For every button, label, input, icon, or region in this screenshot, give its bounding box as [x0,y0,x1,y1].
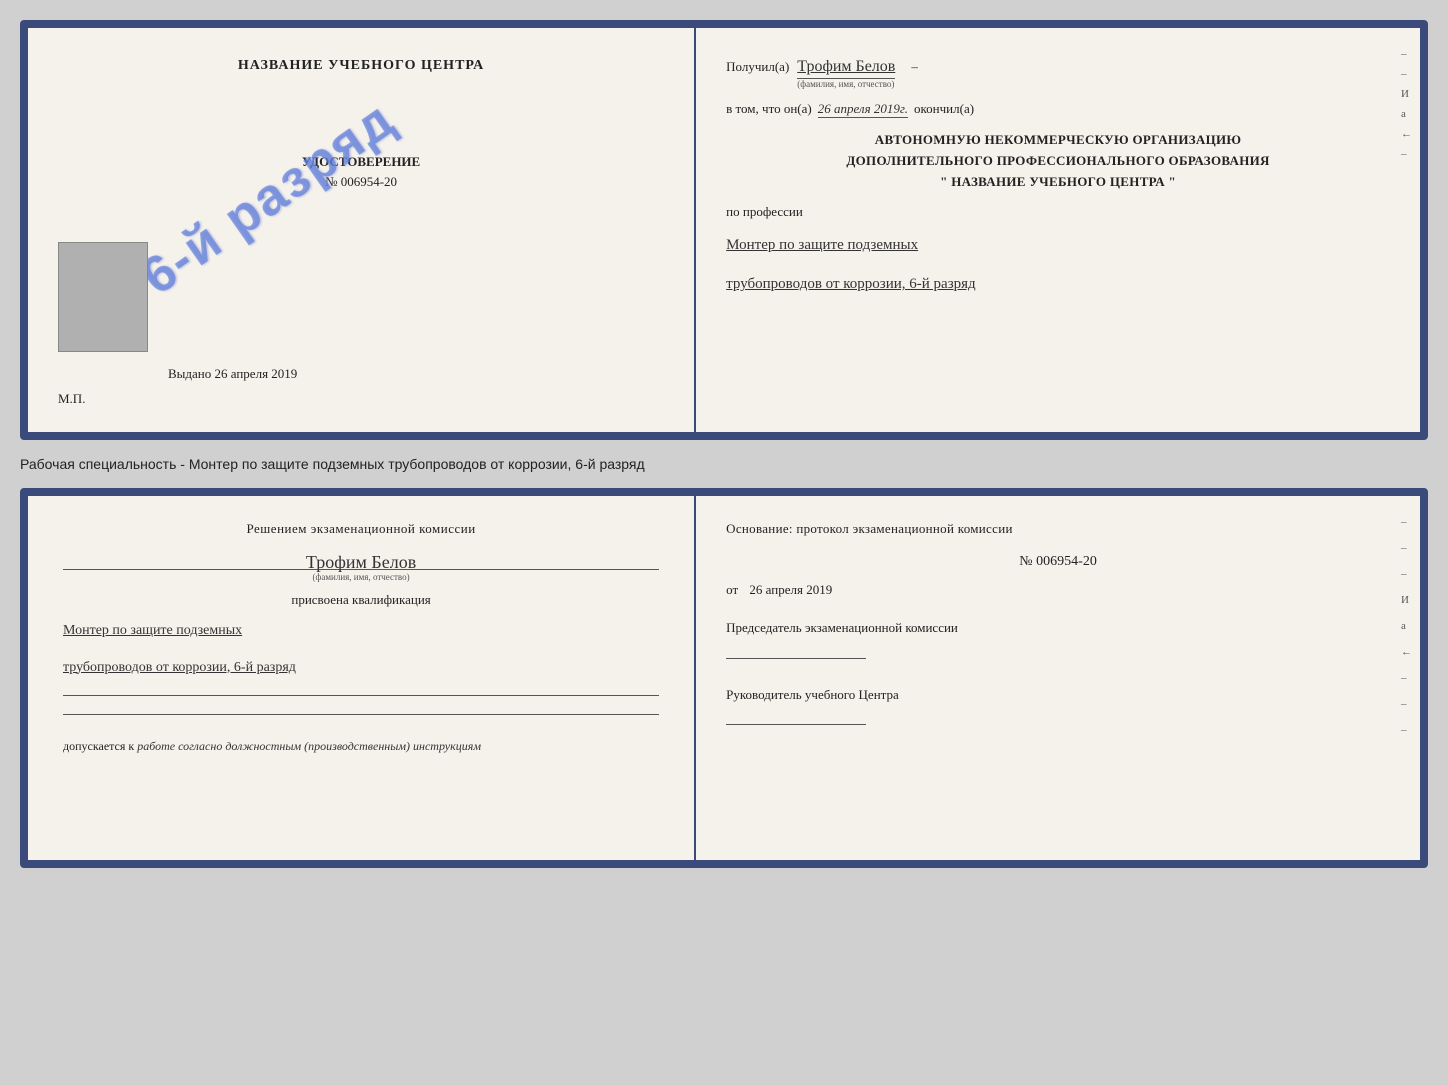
completion-date: 26 апреля 2019г. [818,101,908,118]
vydano-label: Выдано [168,366,211,381]
stamp-text: 6-й разряд [130,89,405,307]
cert-bottom-right: Основание: протокол экзаменационной коми… [696,496,1420,860]
poluchil-label: Получил(а) [726,59,789,75]
vtom-line: в том, что он(а) 26 апреля 2019г. окончи… [726,101,1390,118]
poluchil-line: Получил(а) Трофим Белов (фамилия, имя, о… [726,58,1390,89]
ot-date: 26 апреля 2019 [749,582,832,597]
fio-sub-label-top: (фамилия, имя, отчество) [797,79,894,89]
rukovoditel-block: Руководитель учебного Центра [726,685,1390,730]
org-line1: АВТОНОМНУЮ НЕКОММЕРЧЕСКУЮ ОРГАНИЗАЦИЮ [726,130,1390,151]
dash-after-name: – [911,59,918,75]
certificate-top: НАЗВАНИЕ УЧЕБНОГО ЦЕНТРА 6-й разряд УДОС… [20,20,1428,440]
org-line3: " НАЗВАНИЕ УЧЕБНОГО ЦЕНТРА " [726,172,1390,193]
cert-right: Получил(а) Трофим Белов (фамилия, имя, о… [696,28,1420,432]
mp-label: М.П. [58,391,85,407]
certificate-bottom: Решением экзаменационной комиссии Трофим… [20,488,1428,868]
prisvoena-text: присвоена квалификация [63,592,659,608]
predsedatel-sign-line [726,658,866,659]
rukovoditel-label: Руководитель учебного Центра [726,685,1390,705]
bottom-person-block: Трофим Белов (фамилия, имя, отчество) [63,547,659,582]
okonchil-label: окончил(а) [914,101,974,117]
org-line2: ДОПОЛНИТЕЛЬНОГО ПРОФЕССИОНАЛЬНОГО ОБРАЗО… [726,151,1390,172]
middle-text: Рабочая специальность - Монтер по защите… [20,452,1428,476]
prof-line1: Монтер по защите подземных [726,232,1390,259]
right-edge-lines-bottom: – – – И а ← – – – [1401,516,1412,736]
right-edge-lines: – – И а ← – [1401,48,1412,160]
protocol-number: № 006954-20 [726,554,1390,570]
cert-left: НАЗВАНИЕ УЧЕБНОГО ЦЕНТРА 6-й разряд УДОС… [28,28,696,432]
kvalif-line2: трубопроводов от коррозии, 6-й разряд [63,655,659,682]
vydano-date: 26 апреля 2019 [215,366,298,381]
kvalif-line1: Монтер по защите подземных [63,618,659,645]
cert-bottom-left: Решением экзаменационной комиссии Трофим… [28,496,696,860]
osnovanie-text: Основание: протокол экзаменационной коми… [726,521,1390,537]
udost-number: № 006954-20 [325,174,397,190]
predsedatel-block: Председатель экзаменационной комиссии [726,618,1390,663]
dopuskaetsya-block: допускается к работе согласно должностны… [63,739,659,754]
vydano-line: Выдано 26 апреля 2019 [168,366,297,382]
ot-line: от 26 апреля 2019 [726,582,1390,598]
po-professii: по профессии [726,204,1390,220]
vtom-label: в том, что он(а) [726,101,812,117]
stamp-diagonal: 6-й разряд [128,58,408,338]
left-title: НАЗВАНИЕ УЧЕБНОГО ЦЕНТРА [238,58,484,74]
ot-label: от [726,582,738,597]
predsedatel-label: Председатель экзаменационной комиссии [726,618,1390,638]
org-block: АВТОНОМНУЮ НЕКОММЕРЧЕСКУЮ ОРГАНИЗАЦИЮ ДО… [726,130,1390,192]
dopuskaetsya-value: работе согласно должностным (производств… [137,739,481,753]
prof-line2: трубопроводов от коррозии, 6-й разряд [726,271,1390,298]
page-wrapper: НАЗВАНИЕ УЧЕБНОГО ЦЕНТРА 6-й разряд УДОС… [20,20,1428,868]
dopuskaetsya-label: допускается к [63,739,134,753]
udost-label: УДОСТОВЕРЕНИЕ [302,154,420,170]
resheniyem-text: Решением экзаменационной комиссии [63,521,659,537]
photo-placeholder [58,242,148,352]
rukovoditel-sign-line [726,724,866,725]
recipient-name: Трофим Белов [797,58,895,79]
